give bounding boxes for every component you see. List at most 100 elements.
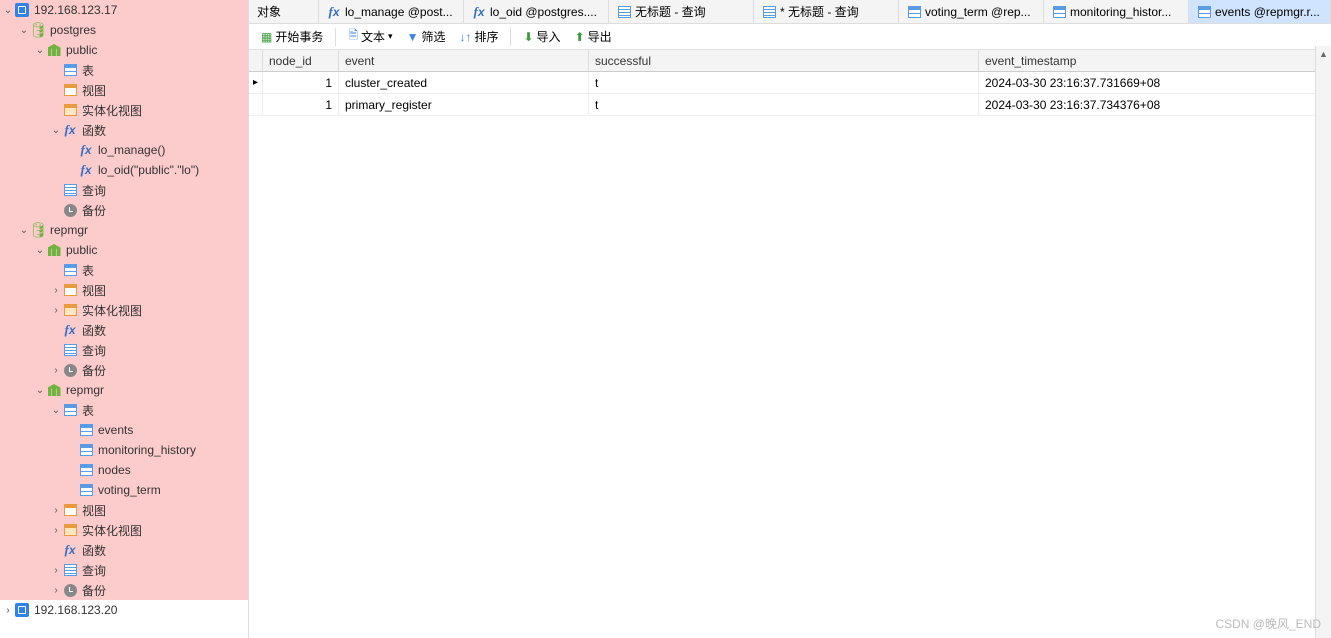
text-icon: 🗎 [348,26,358,47]
matviews-node[interactable]: › 实体化视图 [0,300,248,320]
tab-voting-term[interactable]: voting_term @rep... [899,0,1044,23]
view-icon [62,502,78,518]
database-icon: 🛢 [30,222,46,238]
chevron-right-icon[interactable]: › [50,525,62,536]
table-nodes[interactable]: nodes [0,460,248,480]
table-icon [62,402,78,418]
functions-node[interactable]: fx 函数 [0,540,248,560]
tab-query-1[interactable]: 无标题 - 查询 [609,0,754,23]
chevron-right-icon[interactable]: › [50,285,62,296]
vertical-scrollbar[interactable]: ▲ [1315,46,1331,638]
chevron-right-icon[interactable]: › [2,605,14,616]
tab-monitoring-history[interactable]: monitoring_histor... [1044,0,1189,23]
begin-transaction-button[interactable]: ▦开始事务 [255,26,329,47]
table-monitoring-history[interactable]: monitoring_history [0,440,248,460]
function-lo-manage[interactable]: fx lo_manage() [0,140,248,160]
cell-timestamp[interactable]: 2024-03-30 23:16:37.731669+08 [979,72,1331,93]
connection-tree[interactable]: ⌄ 192.168.123.17 ⌄ 🛢 postgres ⌄ public 表… [0,0,249,638]
backup-node[interactable]: › 备份 [0,580,248,600]
row-indicator [249,72,263,93]
scroll-up-icon[interactable]: ▲ [1316,46,1331,62]
database-postgres[interactable]: ⌄ 🛢 postgres [0,20,248,40]
chevron-right-icon[interactable]: › [50,365,62,376]
cell-event[interactable]: primary_register [339,94,589,115]
column-event-timestamp[interactable]: event_timestamp [979,50,1331,71]
filter-button[interactable]: ▼筛选 [401,26,452,47]
tab-bar: 对象 fxlo_manage @post... fxlo_oid @postgr… [249,0,1331,24]
functions-node[interactable]: fx 函数 [0,320,248,340]
query-node[interactable]: 查询 [0,180,248,200]
query-icon [62,562,78,578]
text-button[interactable]: 🗎文本▾ [342,24,398,49]
main-pane: 对象 fxlo_manage @post... fxlo_oid @postgr… [249,0,1331,638]
chevron-right-icon[interactable]: › [50,565,62,576]
matview-icon [62,102,78,118]
database-repmgr[interactable]: ⌄ 🛢 repmgr [0,220,248,240]
cell-node-id[interactable]: 1 [263,94,339,115]
schema-repmgr[interactable]: ⌄ repmgr [0,380,248,400]
separator [510,28,511,46]
tables-node[interactable]: 表 [0,60,248,80]
server-node-1[interactable]: ⌄ 192.168.123.17 [0,0,248,20]
table-icon [1052,5,1066,19]
backup-node[interactable]: 备份 [0,200,248,220]
chevron-down-icon[interactable]: ⌄ [34,245,46,256]
chevron-down-icon[interactable]: ⌄ [2,5,14,16]
chevron-down-icon: ▾ [388,31,393,42]
table-icon [62,262,78,278]
cell-event[interactable]: cluster_created [339,72,589,93]
row-gutter-header [249,50,263,71]
cell-successful[interactable]: t [589,94,979,115]
query-icon [617,5,631,19]
export-button[interactable]: ⬆导出 [569,26,618,47]
chevron-down-icon[interactable]: ⌄ [50,405,62,416]
schema-public-2[interactable]: ⌄ public [0,240,248,260]
tab-objects[interactable]: 对象 [249,0,319,23]
sort-button[interactable]: ↓↑排序 [453,26,504,47]
column-successful[interactable]: successful [589,50,979,71]
chevron-down-icon[interactable]: ⌄ [34,45,46,56]
query-node[interactable]: › 查询 [0,560,248,580]
chevron-right-icon[interactable]: › [50,585,62,596]
cell-successful[interactable]: t [589,72,979,93]
table-row[interactable]: 1 primary_register t 2024-03-30 23:16:37… [249,94,1331,116]
query-icon [62,182,78,198]
tables-node-expanded[interactable]: ⌄ 表 [0,400,248,420]
function-icon: fx [78,142,94,158]
views-node[interactable]: › 视图 [0,500,248,520]
server-icon [14,2,30,18]
cell-timestamp[interactable]: 2024-03-30 23:16:37.734376+08 [979,94,1331,115]
chevron-right-icon[interactable]: › [50,305,62,316]
import-button[interactable]: ⬇导入 [517,26,566,47]
function-icon: fx [472,5,486,19]
table-events[interactable]: events [0,420,248,440]
tab-lo-oid[interactable]: fxlo_oid @postgres.... [464,0,609,23]
column-node-id[interactable]: node_id [263,50,339,71]
sort-icon: ↓↑ [459,30,471,44]
view-icon [62,282,78,298]
views-node[interactable]: › 视图 [0,280,248,300]
tables-node[interactable]: 表 [0,260,248,280]
tab-events[interactable]: events @repmgr.r... [1189,0,1331,23]
cell-node-id[interactable]: 1 [263,72,339,93]
table-row[interactable]: 1 cluster_created t 2024-03-30 23:16:37.… [249,72,1331,94]
backup-node[interactable]: › 备份 [0,360,248,380]
tab-lo-manage[interactable]: fxlo_manage @post... [319,0,464,23]
functions-node[interactable]: ⌄ fx 函数 [0,120,248,140]
schema-public-1[interactable]: ⌄ public [0,40,248,60]
grid-body[interactable]: 1 cluster_created t 2024-03-30 23:16:37.… [249,72,1331,638]
tab-query-2[interactable]: * 无标题 - 查询 [754,0,899,23]
toolbar: ▦开始事务 🗎文本▾ ▼筛选 ↓↑排序 ⬇导入 ⬆导出 [249,24,1331,50]
views-node[interactable]: 视图 [0,80,248,100]
matviews-node[interactable]: 实体化视图 [0,100,248,120]
column-event[interactable]: event [339,50,589,71]
chevron-down-icon[interactable]: ⌄ [50,125,62,136]
chevron-right-icon[interactable]: › [50,505,62,516]
matviews-node[interactable]: › 实体化视图 [0,520,248,540]
server-node-2[interactable]: › 192.168.123.20 [0,600,248,620]
function-lo-oid[interactable]: fx lo_oid("public"."lo") [0,160,248,180]
filter-icon: ▼ [407,30,419,44]
chevron-down-icon[interactable]: ⌄ [34,385,46,396]
query-node[interactable]: 查询 [0,340,248,360]
table-voting-term[interactable]: voting_term [0,480,248,500]
